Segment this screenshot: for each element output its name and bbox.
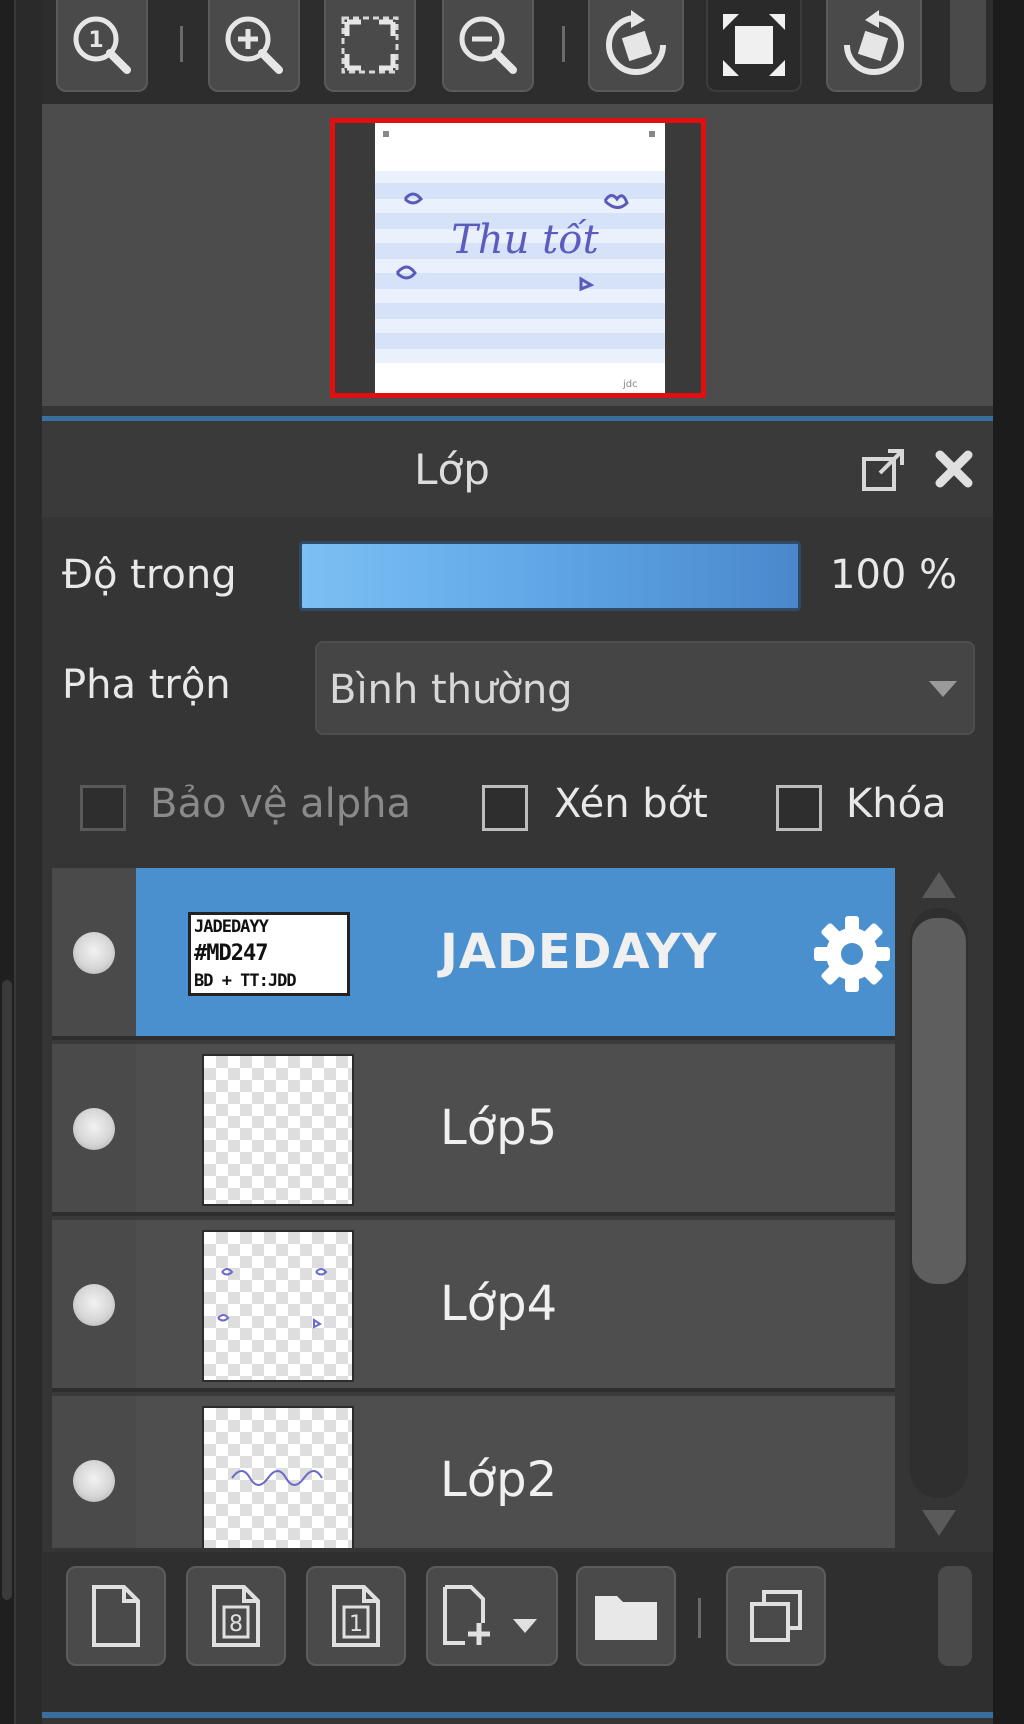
layer-panel-header: Lớp — [42, 421, 993, 517]
right-panel: 1 Thu tốt jdc Lớp Độ trong 100 % Pha trộ… — [42, 0, 993, 1724]
panel-title: Lớp — [414, 444, 490, 494]
thumb-text-line: JADEDAYY — [194, 917, 269, 937]
fullscreen-button[interactable] — [706, 0, 802, 92]
preview-doodle: Thu tốt jdc — [395, 192, 638, 390]
right-edge-strip — [993, 0, 1024, 1724]
duplicate-layer-button[interactable] — [726, 1566, 826, 1666]
clipping-checkbox[interactable] — [482, 785, 528, 831]
zoom-out-icon — [459, 16, 517, 74]
add-layer-menu-icon — [443, 1585, 537, 1645]
svg-text:1: 1 — [349, 1612, 363, 1637]
new-1bit-layer-button[interactable]: 1 — [306, 1566, 406, 1666]
new-8bit-layer-icon: 8 — [212, 1585, 260, 1647]
view-toolbar: 1 — [42, 0, 993, 104]
layer-thumbnail — [202, 1406, 354, 1548]
rotate-right-button[interactable] — [826, 0, 922, 92]
visibility-toggle-icon[interactable] — [73, 1460, 115, 1502]
opacity-label: Độ trong — [62, 552, 237, 598]
blend-mode-select[interactable]: Bình thường — [315, 641, 975, 735]
thumb-text-line: BD + TT:JDD — [194, 971, 297, 991]
left-edge-strip — [0, 0, 16, 1724]
close-icon[interactable] — [932, 447, 976, 491]
layer-row-lop5[interactable]: Lớp5 — [52, 1044, 895, 1216]
zoom-out-button[interactable] — [442, 0, 534, 92]
scroll-down-icon[interactable] — [920, 1508, 958, 1538]
rotate-left-button[interactable] — [588, 0, 684, 92]
layer-thumbnail — [202, 1230, 354, 1382]
chevron-down-icon — [929, 681, 957, 697]
svg-text:jdc: jdc — [622, 379, 638, 390]
svg-text:8: 8 — [229, 1612, 243, 1637]
opacity-value: 100 % — [830, 552, 958, 598]
scrollbar-thumb[interactable] — [912, 918, 966, 1284]
add-layer-menu-button[interactable] — [426, 1566, 558, 1666]
blend-mode-value: Bình thường — [329, 667, 573, 713]
fit-screen-button[interactable] — [324, 0, 416, 92]
alpha-protect-checkbox[interactable] — [80, 785, 126, 831]
rotate-right-icon — [844, 10, 904, 75]
layer-name: JADEDAYY — [440, 924, 718, 980]
visibility-toggle-icon[interactable] — [73, 1284, 115, 1326]
preview-text: Thu tốt — [451, 217, 599, 263]
toolbar-overflow[interactable] — [950, 0, 986, 92]
detach-panel-icon[interactable] — [860, 447, 906, 493]
gear-icon[interactable] — [810, 912, 894, 996]
opacity-slider[interactable] — [299, 541, 801, 611]
svg-text:1: 1 — [88, 28, 103, 53]
toolbar-separator — [562, 26, 565, 62]
lock-label: Khóa — [846, 781, 947, 827]
new-folder-button[interactable] — [576, 1566, 676, 1666]
new-layer-icon — [92, 1585, 140, 1647]
layer-list-scrollbar[interactable] — [900, 860, 980, 1550]
new-8bit-layer-button[interactable]: 8 — [186, 1566, 286, 1666]
scroll-up-icon[interactable] — [920, 870, 958, 900]
visibility-toggle-icon[interactable] — [73, 1108, 115, 1150]
layer-row-lop2[interactable]: Lớp2 — [52, 1396, 895, 1548]
new-1bit-layer-icon: 1 — [332, 1585, 380, 1647]
navigator-viewport-frame[interactable]: Thu tốt jdc — [330, 118, 706, 398]
toolbar-overflow[interactable] — [938, 1566, 972, 1666]
new-layer-button[interactable] — [66, 1566, 166, 1666]
layer-name: Lớp2 — [440, 1452, 558, 1508]
layer-row-lop4[interactable]: Lớp4 — [52, 1220, 895, 1392]
fullscreen-icon — [723, 14, 785, 76]
thumb-text-line: #MD247 — [194, 941, 268, 966]
zoom-in-button[interactable] — [208, 0, 300, 92]
layer-list: JADEDAYY #MD247 BD + TT:JDD JADEDAYY Lớp… — [52, 868, 895, 1548]
navigator-panel: Thu tốt jdc — [42, 104, 993, 406]
duplicate-layer-icon — [750, 1590, 802, 1642]
blend-label: Pha trộn — [62, 662, 231, 708]
left-scroll-handle[interactable] — [2, 980, 12, 1600]
toolbar-separator — [180, 26, 183, 62]
clipping-label: Xén bớt — [554, 781, 708, 827]
alpha-protect-label: Bảo vệ alpha — [150, 781, 412, 827]
layer-thumbnail — [202, 1054, 354, 1206]
layer-thumbnail: JADEDAYY #MD247 BD + TT:JDD — [188, 912, 350, 996]
layer-row-jadedayy[interactable]: JADEDAYY #MD247 BD + TT:JDD JADEDAYY — [52, 868, 895, 1040]
panel-divider — [42, 1712, 993, 1718]
layer-name: Lớp5 — [440, 1100, 558, 1156]
lock-checkbox[interactable] — [776, 785, 822, 831]
zoom-actual-icon: 1 — [73, 16, 131, 74]
layer-name: Lớp4 — [440, 1276, 558, 1332]
folder-icon — [595, 1596, 657, 1640]
zoom-in-icon — [225, 16, 283, 74]
navigator-canvas-preview: Thu tốt jdc — [375, 123, 665, 393]
rotate-left-icon — [606, 10, 666, 75]
fit-screen-icon — [341, 16, 399, 74]
layer-actions-toolbar: 8 1 — [42, 1552, 993, 1712]
toolbar-separator — [698, 1598, 701, 1638]
zoom-actual-button[interactable]: 1 — [56, 0, 148, 92]
visibility-toggle-icon[interactable] — [73, 932, 115, 974]
